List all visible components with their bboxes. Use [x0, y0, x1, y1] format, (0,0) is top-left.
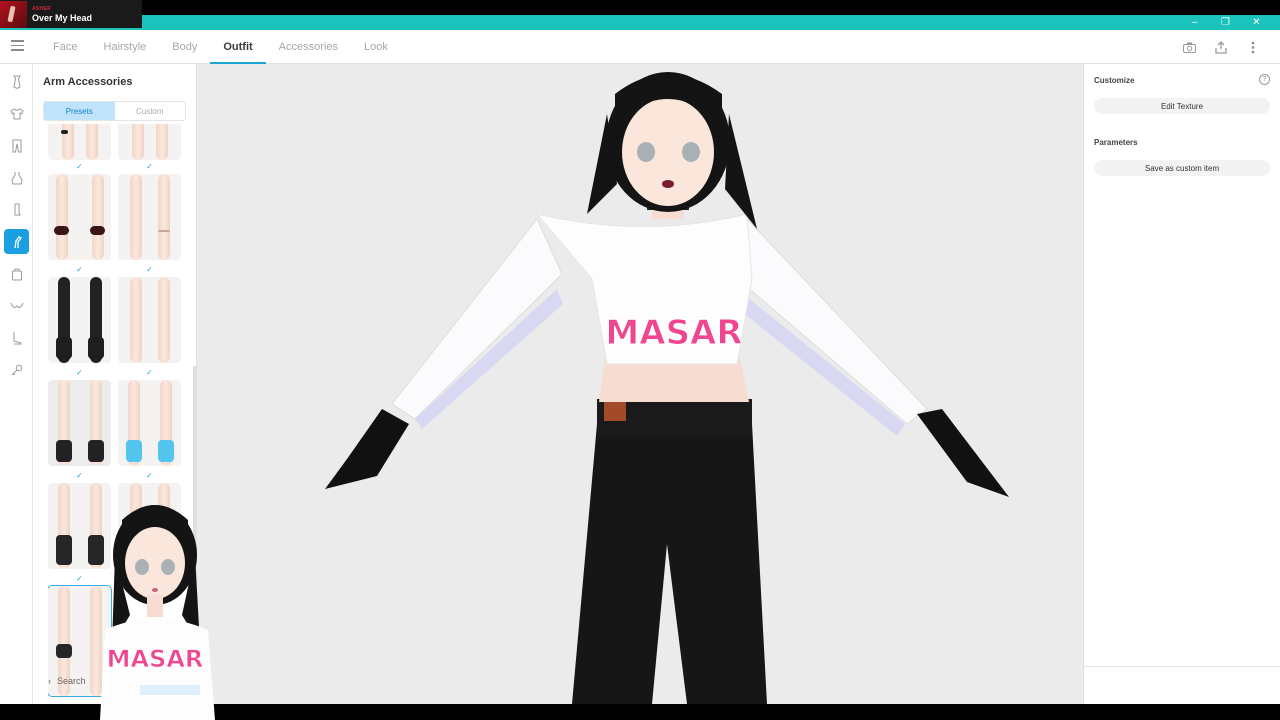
avatar-viewport[interactable]: MASAR: [197, 64, 1083, 704]
tab-outfit[interactable]: Outfit: [210, 30, 267, 64]
edit-texture-button[interactable]: Edit Texture: [1094, 98, 1270, 114]
parameters-heading: Parameters: [1094, 138, 1138, 147]
onepiece-icon[interactable]: [4, 165, 29, 190]
tab-face[interactable]: Face: [40, 30, 90, 64]
now-playing-title: Over My Head: [32, 12, 93, 23]
check-icon: ✓: [76, 471, 83, 480]
category-rail: [0, 64, 33, 704]
minimize-button[interactable]: –: [1179, 15, 1210, 30]
preset-item[interactable]: [48, 124, 111, 160]
webcam-avatar-overlay: MASAR: [100, 495, 228, 720]
preset-item[interactable]: [48, 174, 111, 260]
preset-item[interactable]: [118, 174, 181, 260]
tab-hairstyle[interactable]: Hairstyle: [90, 30, 159, 64]
check-icon: ✓: [146, 162, 153, 171]
tab-body[interactable]: Body: [159, 30, 210, 64]
chevron-right-icon: ›: [48, 676, 51, 686]
check-icon: ✓: [146, 368, 153, 377]
preset-item[interactable]: [118, 277, 181, 363]
preset-item[interactable]: [118, 124, 181, 160]
screen: ASHER Over My Head – ❐ ✕ Face Hairstyle …: [0, 0, 1280, 720]
album-cover: [0, 0, 27, 28]
camera-icon[interactable]: [1182, 40, 1196, 54]
check-icon: ✓: [146, 471, 153, 480]
top-navigation: Face Hairstyle Body Outfit Accessories L…: [0, 30, 1280, 64]
check-icon: ✓: [76, 368, 83, 377]
bra-icon[interactable]: [4, 293, 29, 318]
maximize-button[interactable]: ❐: [1210, 15, 1241, 30]
search-label: Search: [57, 676, 86, 686]
preset-item[interactable]: [118, 380, 181, 466]
customize-panel: Customize ? Edit Texture Parameters Save…: [1083, 64, 1280, 704]
key-icon[interactable]: [4, 357, 29, 382]
preset-custom-toggle: Presets Custom: [43, 101, 186, 121]
now-playing-artist: ASHER: [32, 5, 52, 12]
preset-item[interactable]: [48, 277, 111, 363]
now-playing-widget: ASHER Over My Head: [0, 0, 142, 28]
check-icon: ✓: [76, 162, 83, 171]
panel-footer: [1084, 666, 1280, 704]
tab-accessories[interactable]: Accessories: [266, 30, 351, 64]
help-icon[interactable]: ?: [1259, 74, 1270, 85]
panel-title: Arm Accessories: [43, 76, 133, 88]
custom-tab[interactable]: Custom: [115, 102, 186, 120]
menu-icon[interactable]: [11, 40, 24, 52]
shirt-icon[interactable]: [4, 101, 29, 126]
presets-tab[interactable]: Presets: [44, 102, 115, 120]
bag-icon[interactable]: [4, 261, 29, 286]
category-tabs: Face Hairstyle Body Outfit Accessories L…: [40, 30, 401, 64]
overlay-shirt-print: MASAR: [107, 645, 204, 673]
close-button[interactable]: ✕: [1241, 15, 1272, 30]
check-icon: ✓: [76, 265, 83, 274]
arm-accessory-icon[interactable]: [4, 229, 29, 254]
window-titlebar: – ❐ ✕: [0, 15, 1280, 30]
search-row[interactable]: › Search: [48, 676, 86, 686]
save-custom-item-button[interactable]: Save as custom item: [1094, 160, 1270, 176]
avatar-model: MASAR: [325, 72, 1009, 704]
pants-icon[interactable]: [4, 133, 29, 158]
preset-item[interactable]: [48, 380, 111, 466]
more-icon[interactable]: [1246, 40, 1260, 54]
tie-icon[interactable]: [4, 69, 29, 94]
socks-icon[interactable]: [4, 197, 29, 222]
shoes-icon[interactable]: [4, 325, 29, 350]
customize-heading: Customize: [1094, 76, 1135, 85]
shirt-print: MASAR: [605, 313, 742, 353]
check-icon: ✓: [146, 265, 153, 274]
share-icon[interactable]: [1214, 40, 1228, 54]
tab-look[interactable]: Look: [351, 30, 401, 64]
